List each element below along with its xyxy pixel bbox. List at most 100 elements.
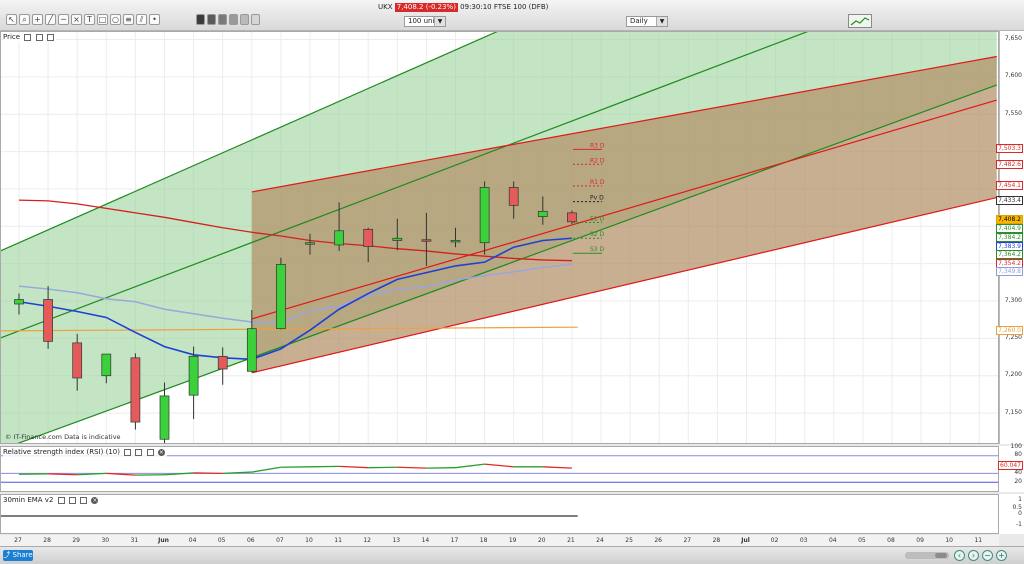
date-axis-tick: 28 — [43, 537, 51, 544]
price-chart-panel[interactable]: Price R3 D R2 D R1 D Pv D S1 D S2 D S3 D © IT-… — [0, 31, 999, 444]
candle-up — [159, 395, 170, 440]
chevron-down-icon: ▼ — [434, 17, 445, 26]
settings-icon[interactable] — [57, 496, 65, 504]
pivot-label-r3: R3 D — [590, 142, 605, 149]
candle-down — [508, 187, 519, 206]
settings-icon[interactable] — [24, 33, 32, 41]
price-axis-tick: 7,300 — [1004, 296, 1022, 304]
date-axis-tick: 03 — [799, 537, 808, 544]
date-axis-tick: 11 — [974, 537, 983, 544]
candle-down — [72, 342, 83, 379]
ema-axis: 1 0.5 0 -1 — [999, 494, 1024, 534]
rsi-panel[interactable]: Relative strength index (RSI) (10) × — [0, 446, 999, 492]
arrow-left-icon: ‹ — [957, 551, 962, 560]
scroll-left-button[interactable]: ‹ — [954, 550, 965, 561]
channel-icon[interactable]: ⫽ — [136, 14, 147, 25]
minimize-icon[interactable] — [68, 496, 76, 504]
price-axis-tick: 7,600 — [1004, 72, 1022, 80]
zoom-in-button[interactable]: + — [996, 550, 1007, 561]
rsi-axis: 100 80 40 20 60.047 — [998, 443, 1024, 492]
scroll-right-button[interactable]: › — [968, 550, 979, 561]
date-axis-tick: 24 — [596, 537, 604, 544]
rsi-axis-tick: 80 — [1014, 451, 1022, 459]
price-tag: 7,349.8 — [996, 267, 1023, 277]
color-swatch[interactable] — [240, 14, 249, 25]
close-icon[interactable]: × — [157, 448, 165, 456]
interval-select[interactable]: Daily ▼ — [626, 16, 668, 27]
date-axis-tick: 12 — [363, 537, 372, 544]
color-swatch[interactable] — [207, 14, 216, 25]
rsi-axis-tick: 20 — [1014, 477, 1022, 485]
price-axis-tick: 7,650 — [1004, 34, 1022, 42]
date-axis-tick: 14 — [421, 537, 430, 544]
text-icon[interactable]: T — [84, 14, 95, 25]
zoom-out-icon: − — [984, 551, 991, 560]
price-axis-tick: 7,150 — [1004, 408, 1022, 416]
settings-icon[interactable] — [124, 448, 132, 456]
minimize-icon[interactable] — [135, 448, 143, 456]
price-tag: 7,404.9 — [996, 223, 1023, 233]
ema-axis-tick: 1 — [1018, 496, 1022, 503]
date-axis: 27 28 29 30 31 Jun 04 05 06 07 10 11 12 13 14 17 18 19 20 2… — [0, 535, 999, 546]
candle-up — [537, 210, 548, 217]
arrow-right-icon: › — [971, 551, 976, 560]
candle-down — [217, 355, 228, 370]
crosshair-icon[interactable]: + — [32, 14, 43, 25]
date-axis-tick: 10 — [945, 537, 954, 544]
rsi-segment — [397, 466, 427, 469]
ema-chart[interactable] — [1, 495, 998, 533]
rsi-segment — [251, 466, 282, 473]
rectangle-icon[interactable]: □ — [97, 14, 108, 25]
chart-type-button[interactable] — [848, 14, 872, 28]
market-timestamp: 09:30:10 FTSE 100 (DFB) — [460, 3, 549, 11]
position-size-select[interactable]: 100 units ▼ — [404, 16, 446, 27]
date-axis-tick: 30 — [101, 537, 110, 544]
zoom-out-button[interactable]: − — [982, 550, 993, 561]
data-credit: © IT-Finance.com Data is indicative — [5, 433, 121, 441]
ellipse-icon[interactable]: ○ — [110, 14, 121, 25]
close-icon[interactable]: × — [91, 496, 99, 504]
ema-panel[interactable]: 30min EMA v2 × — [0, 494, 999, 534]
date-axis-tick: 02 — [770, 537, 779, 544]
cross-icon[interactable]: × — [71, 14, 82, 25]
chart-scrollbar[interactable] — [905, 552, 949, 559]
date-axis-tick: 21 — [567, 537, 575, 544]
zoom-in-icon: + — [998, 551, 1005, 560]
date-axis-tick: 10 — [305, 537, 313, 544]
rsi-segment — [339, 465, 369, 469]
date-axis-tick: 06 — [246, 537, 255, 544]
rsi-value-tag: 60.047 — [998, 461, 1023, 470]
candle-down — [130, 357, 141, 423]
maximize-icon[interactable] — [46, 33, 54, 41]
candle-up — [188, 355, 199, 396]
candle-up — [334, 230, 344, 246]
search-icon[interactable]: ⌕ — [19, 14, 30, 25]
dot-icon[interactable]: • — [149, 14, 160, 25]
date-axis-tick: Jun — [158, 537, 169, 544]
color-swatch[interactable] — [196, 14, 205, 25]
color-swatch[interactable] — [218, 14, 227, 25]
date-axis-tick: 05 — [217, 537, 226, 544]
pointer-icon[interactable]: ↖ — [6, 14, 17, 25]
fibonacci-icon[interactable]: ≡ — [123, 14, 134, 25]
scrollbar-thumb[interactable] — [935, 553, 947, 558]
date-axis-tick: 20 — [537, 537, 546, 544]
pivot-label-r1: R1 D — [590, 179, 605, 186]
date-axis-tick: 28 — [712, 537, 721, 544]
horizontal-line-icon[interactable]: ─ — [58, 14, 69, 25]
color-swatch[interactable] — [229, 14, 238, 25]
color-swatch[interactable] — [251, 14, 260, 25]
price-tag: 7,503.3 — [996, 144, 1023, 154]
share-button[interactable]: ⤴ Share — [3, 550, 33, 561]
price-axis[interactable]: 7,6507,6007,5507,5007,4507,4007,3507,300… — [996, 31, 1024, 444]
trendline-icon[interactable]: ╱ — [45, 14, 56, 25]
rsi-segment — [455, 463, 485, 469]
date-axis-tick: 31 — [130, 537, 139, 544]
price-tag: 7,482.6 — [996, 159, 1023, 169]
share-icon: ⤴ — [3, 551, 11, 559]
price-chart[interactable]: R3 D R2 D R1 D Pv D S1 D S2 D S3 D — [1, 32, 998, 443]
minimize-icon[interactable] — [35, 33, 43, 41]
maximize-icon[interactable] — [80, 496, 88, 504]
candle-down — [567, 212, 577, 223]
maximize-icon[interactable] — [146, 448, 154, 456]
